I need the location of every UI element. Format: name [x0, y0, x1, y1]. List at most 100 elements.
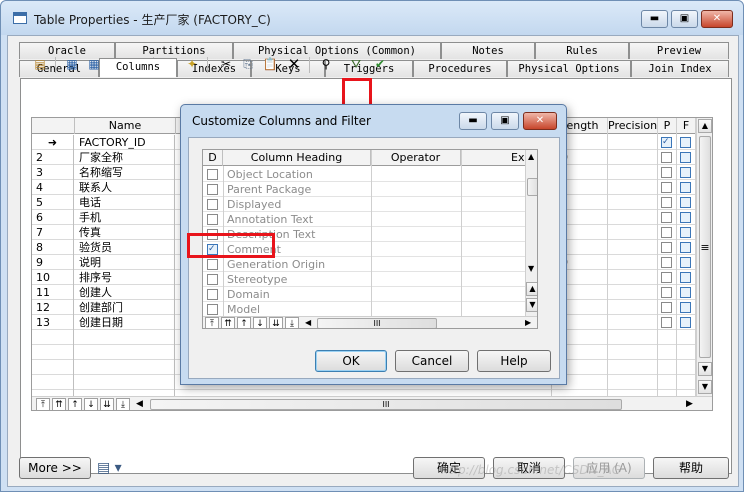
filter-move-top-icon[interactable]: ⤒	[205, 317, 219, 328]
column-header-precision[interactable]: Precision	[608, 118, 658, 134]
copy-icon[interactable]: ⎘	[239, 55, 257, 73]
row-number[interactable]	[32, 375, 74, 390]
tab-preview[interactable]: Preview	[629, 42, 729, 59]
primary-key-checkbox[interactable]	[661, 212, 672, 223]
filter-scroll-up-icon[interactable]: ▲	[528, 152, 534, 161]
column-name-cell[interactable]: FACTORY_ID	[75, 135, 175, 150]
row-number[interactable]: 4	[32, 180, 74, 195]
row-number[interactable]: 7	[32, 225, 74, 240]
column-name-cell[interactable]: 说明	[75, 255, 175, 270]
primary-key-checkbox[interactable]	[661, 197, 672, 208]
primary-key-checkbox[interactable]	[661, 272, 672, 283]
primary-key-checkbox[interactable]	[661, 182, 672, 193]
column-name-cell[interactable]: 联系人	[75, 180, 175, 195]
primary-key-checkbox[interactable]	[661, 152, 672, 163]
dialog-minimize-button[interactable]: ▬	[459, 112, 487, 130]
row-number[interactable]: 6	[32, 210, 74, 225]
grid-vertical-scrollbar[interactable]: ▲ ≡ ▼ ▼	[696, 118, 712, 396]
dialog-cancel-button[interactable]: Cancel	[395, 350, 469, 372]
move-up-icon[interactable]: ↑	[68, 398, 82, 410]
display-checkbox[interactable]	[207, 199, 218, 210]
tab-physical-options[interactable]: Physical Options	[507, 60, 631, 77]
row-number[interactable]: 3	[32, 165, 74, 180]
column-name-cell[interactable]: 厂家全称	[75, 150, 175, 165]
properties-icon[interactable]: ▤	[31, 55, 49, 73]
column-name-cell[interactable]	[75, 375, 175, 390]
horizontal-scroll-thumb[interactable]: III	[150, 399, 622, 410]
dialog-maximize-button[interactable]: ▣	[491, 112, 519, 130]
filter-scroll-next-icon[interactable]: ▲	[526, 282, 537, 296]
scroll-down-icon[interactable]: ▼	[698, 362, 712, 376]
foreign-key-checkbox[interactable]	[680, 182, 691, 193]
scrollbar-thumb[interactable]: ≡	[699, 136, 711, 358]
primary-key-checkbox[interactable]	[661, 227, 672, 238]
move-top-icon[interactable]: ⤒	[36, 398, 50, 410]
paste-icon[interactable]: 📋	[261, 55, 279, 73]
column-header-p[interactable]: P	[658, 118, 677, 134]
tab-columns[interactable]: Columns	[99, 58, 177, 77]
dialog-close-button[interactable]: ✕	[523, 112, 557, 130]
maximize-button[interactable]: ▣	[671, 10, 698, 28]
tab-procedures[interactable]: Procedures	[413, 60, 507, 77]
column-name-cell[interactable]	[75, 360, 175, 375]
tab-triggers[interactable]: Triggers	[325, 60, 413, 77]
foreign-key-checkbox[interactable]	[680, 152, 691, 163]
primary-key-checkbox[interactable]	[661, 287, 672, 298]
filter-move-up-icon[interactable]: ↑	[237, 317, 251, 328]
column-name-cell[interactable]: 创建人	[75, 285, 175, 300]
filter-move-bottom-icon[interactable]: ⤓	[285, 317, 299, 328]
row-number[interactable]: 2	[32, 150, 74, 165]
foreign-key-checkbox[interactable]	[680, 257, 691, 268]
display-checkbox[interactable]	[207, 274, 218, 285]
column-header-operator[interactable]: Operator	[371, 150, 461, 166]
primary-key-checkbox[interactable]	[661, 167, 672, 178]
row-number[interactable]: 13	[32, 315, 74, 330]
column-name-cell[interactable]: 创建部门	[75, 300, 175, 315]
filter-move-down-page-icon[interactable]: ⇊	[269, 317, 283, 328]
customize-columns-filter-icon[interactable]: ⛛	[347, 55, 365, 73]
column-name-cell[interactable]	[75, 330, 175, 345]
foreign-key-checkbox[interactable]	[680, 197, 691, 208]
title-bar[interactable]: Table Properties - 生产厂家 (FACTORY_C) ▬ ▣ …	[1, 1, 743, 35]
filter-scroll-left-icon[interactable]: ◀	[305, 318, 311, 327]
foreign-key-checkbox[interactable]	[680, 212, 691, 223]
filter-scroll-last-icon[interactable]: ▼	[526, 298, 537, 312]
column-header-heading[interactable]: Column Heading	[223, 150, 371, 166]
foreign-key-checkbox[interactable]	[680, 137, 691, 148]
delete-icon[interactable]: ✕	[285, 55, 303, 73]
primary-key-checkbox[interactable]	[661, 257, 672, 268]
filter-vertical-scrollbar[interactable]: ▲ ▼ ▲ ▼	[525, 150, 537, 316]
column-name-cell[interactable]	[75, 345, 175, 360]
primary-key-checkbox[interactable]	[661, 302, 672, 313]
foreign-key-checkbox[interactable]	[680, 242, 691, 253]
column-name-cell[interactable]: 排序号	[75, 270, 175, 285]
row-number[interactable]: 5	[32, 195, 74, 210]
column-name-cell[interactable]: 手机	[75, 210, 175, 225]
foreign-key-checkbox[interactable]	[680, 227, 691, 238]
row-number[interactable]: 8	[32, 240, 74, 255]
display-checkbox[interactable]	[207, 184, 218, 195]
display-checkbox[interactable]	[207, 304, 218, 315]
column-header-d[interactable]: D	[203, 150, 223, 166]
primary-key-checkbox[interactable]	[661, 317, 672, 328]
scroll-bottom-icon[interactable]: ▼	[698, 380, 712, 394]
tab-join-index[interactable]: Join Index	[631, 60, 729, 77]
column-name-cell[interactable]: 验货员	[75, 240, 175, 255]
foreign-key-checkbox[interactable]	[680, 167, 691, 178]
move-bottom-icon[interactable]: ⤓	[116, 398, 130, 410]
row-number[interactable]	[32, 360, 74, 375]
column-name-cell[interactable]: 名称缩写	[75, 165, 175, 180]
row-number[interactable]: 9	[32, 255, 74, 270]
close-button[interactable]: ✕	[701, 10, 733, 28]
tab-rules[interactable]: Rules	[535, 42, 629, 59]
display-checkbox[interactable]	[207, 169, 218, 180]
row-number[interactable]: 11	[32, 285, 74, 300]
column-header-name[interactable]: Name	[75, 118, 176, 134]
foreign-key-checkbox[interactable]	[680, 287, 691, 298]
row-number[interactable]: 12	[32, 300, 74, 315]
filter-scroll-down-icon[interactable]: ▼	[528, 264, 534, 273]
scroll-left-icon[interactable]: ◀	[136, 399, 143, 409]
foreign-key-checkbox[interactable]	[680, 272, 691, 283]
print-menu-icon[interactable]: ▤ ▾	[97, 457, 131, 479]
find-icon[interactable]: ⚲	[317, 55, 335, 73]
